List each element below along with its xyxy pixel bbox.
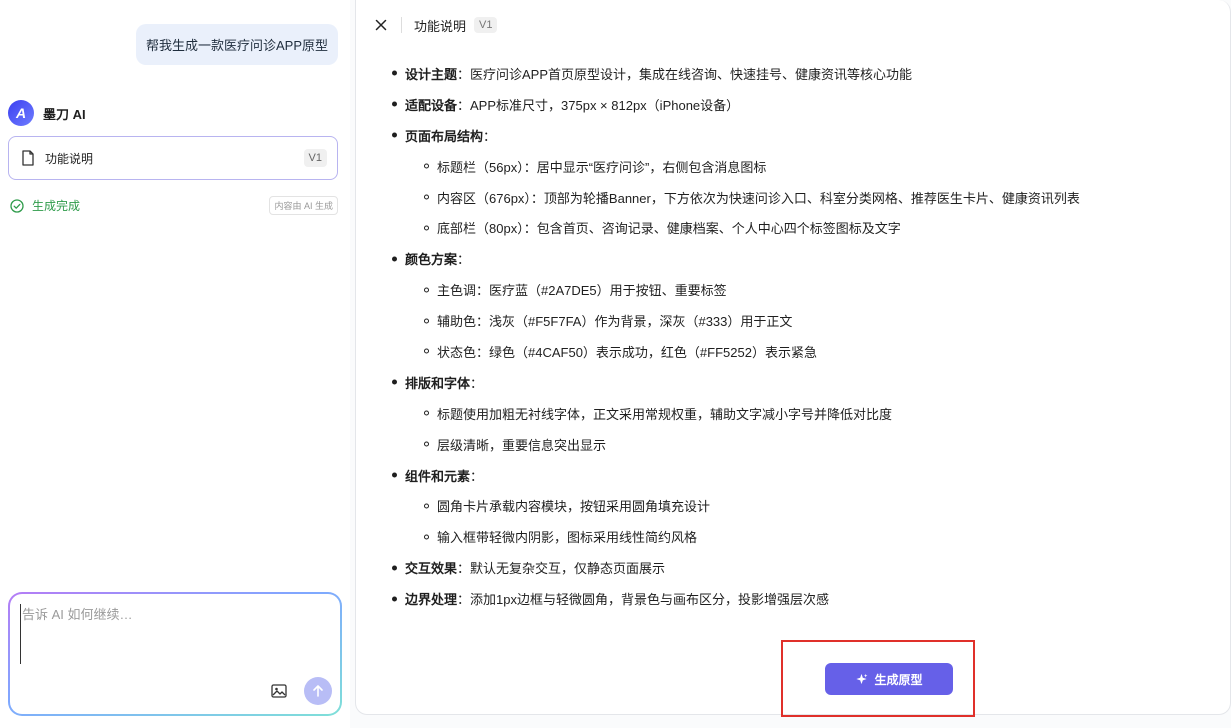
doc-card-version-badge: V1	[303, 149, 327, 167]
doc-item-label: 颜色方案	[405, 252, 458, 268]
header-divider	[401, 17, 402, 33]
status-text: 生成完成	[32, 199, 81, 213]
doc-list-item: 颜色方案：	[392, 243, 1212, 274]
sparkle-icon	[856, 673, 868, 684]
chat-input-inner	[10, 594, 340, 714]
close-icon[interactable]	[374, 18, 388, 32]
ai-name: 墨刀 AI	[43, 106, 86, 122]
doc-panel: 功能说明 V1 设计主题 ：医疗问诊APP首页原型设计，集成在线咨询、快速挂号、健…	[355, 0, 1231, 717]
doc-card-function-spec[interactable]: 功能说明 V1	[8, 136, 338, 180]
doc-item-text: ：	[457, 252, 471, 268]
generate-button-label: 生成原型	[874, 672, 923, 687]
doc-item-text: ：医疗问诊APP首页原型设计，集成在线咨询、快速挂号、健康资讯等核心功能	[457, 66, 913, 82]
doc-item-text: ：	[483, 128, 497, 144]
ai-logo-icon: A	[8, 100, 34, 126]
chat-panel: 帮我生成一款医疗问诊APP原型 A 墨刀 AI 功能说明 V1 生成完成 内容由…	[0, 0, 350, 728]
doc-panel-version-badge: V1	[474, 17, 498, 33]
doc-list-item: 交互效果 ：默认无复杂交互，仅静态页面展示	[392, 552, 1212, 583]
doc-panel-title: 功能说明	[414, 18, 467, 34]
doc-item-label: 边界处理	[405, 592, 458, 608]
doc-sub-item: 层级清晰，重要信息突出显示	[392, 429, 1212, 460]
send-arrow-icon	[313, 685, 323, 697]
doc-item-text: ：	[470, 468, 484, 484]
chat-input[interactable]	[20, 604, 320, 664]
doc-item-text: ：默认无复杂交互，仅静态页面展示	[457, 561, 666, 577]
doc-item-label: 排版和字体	[405, 375, 471, 391]
ai-header: A 墨刀 AI	[8, 100, 86, 126]
doc-list-item: 边界处理 ：添加1px边框与轻微圆角，背景色与画布区分，投影增强层次感	[392, 583, 1212, 614]
doc-sub-item: 内容区（676px）：顶部为轮播Banner，下方依次为快速问诊入口、科室分类网…	[392, 182, 1212, 213]
doc-content: 设计主题 ：医疗问诊APP首页原型设计，集成在线咨询、快速挂号、健康资讯等核心功能…	[392, 58, 1212, 614]
app-window: 帮我生成一款医疗问诊APP原型 A 墨刀 AI 功能说明 V1 生成完成 内容由…	[0, 0, 1231, 728]
doc-sub-item: 底部栏（80px）：包含首页、咨询记录、健康档案、个人中心四个标签图标及文字	[392, 212, 1212, 243]
doc-sub-item: 辅助色：浅灰（#F5F7FA）作为背景，深灰（#333）用于正文	[392, 305, 1212, 336]
doc-list-item: 页面布局结构：	[392, 120, 1212, 151]
doc-item-text: ：添加1px边框与轻微圆角，背景色与画布区分，投影增强层次感	[457, 592, 829, 608]
doc-sub-item: 输入框带轻微内阴影，图标采用线性简约风格	[392, 521, 1212, 552]
doc-item-label: 适配设备	[405, 97, 458, 113]
doc-panel-header: 功能说明 V1	[374, 16, 498, 34]
doc-list-item: 组件和元素：	[392, 460, 1212, 491]
doc-sub-item: 状态色：绿色（#4CAF50）表示成功，红色（#FF5252）表示紧急	[392, 336, 1212, 367]
doc-item-text: ：	[470, 375, 484, 391]
doc-item-label: 设计主题	[405, 66, 458, 82]
send-button[interactable]	[304, 677, 332, 705]
user-message: 帮我生成一款医疗问诊APP原型	[135, 24, 338, 65]
image-icon[interactable]	[270, 682, 288, 700]
generation-status: 生成完成 内容由 AI 生成	[10, 196, 338, 215]
doc-list-item: 适配设备 ：APP标准尺寸，375px × 812px（iPhone设备）	[392, 89, 1212, 120]
doc-card-title: 功能说明	[45, 151, 94, 166]
doc-list-item: 设计主题 ：医疗问诊APP首页原型设计，集成在线咨询、快速挂号、健康资讯等核心功能	[392, 58, 1212, 89]
ai-generated-badge: 内容由 AI 生成	[269, 196, 338, 215]
doc-list-item: 排版和字体：	[392, 367, 1212, 398]
check-circle-icon	[10, 198, 24, 213]
doc-sub-item: 圆角卡片承载内容模块，按钮采用圆角填充设计	[392, 490, 1212, 521]
doc-item-label: 页面布局结构	[405, 128, 484, 144]
generate-prototype-button[interactable]: 生成原型	[825, 663, 953, 695]
chat-input-box	[8, 592, 342, 716]
doc-sub-item: 主色调：医疗蓝（#2A7DE5）用于按钮、重要标签	[392, 274, 1212, 305]
doc-sub-item: 标题使用加粗无衬线字体，正文采用常规权重，辅助文字减小字号并降低对比度	[392, 398, 1212, 429]
doc-sub-item: 标题栏（56px）：居中显示“医疗问诊”，右侧包含消息图标	[392, 151, 1212, 182]
doc-item-label: 交互效果	[405, 561, 458, 577]
doc-item-text: ：APP标准尺寸，375px × 812px（iPhone设备）	[457, 97, 740, 113]
file-icon	[22, 150, 34, 166]
doc-item-label: 组件和元素	[405, 468, 471, 484]
